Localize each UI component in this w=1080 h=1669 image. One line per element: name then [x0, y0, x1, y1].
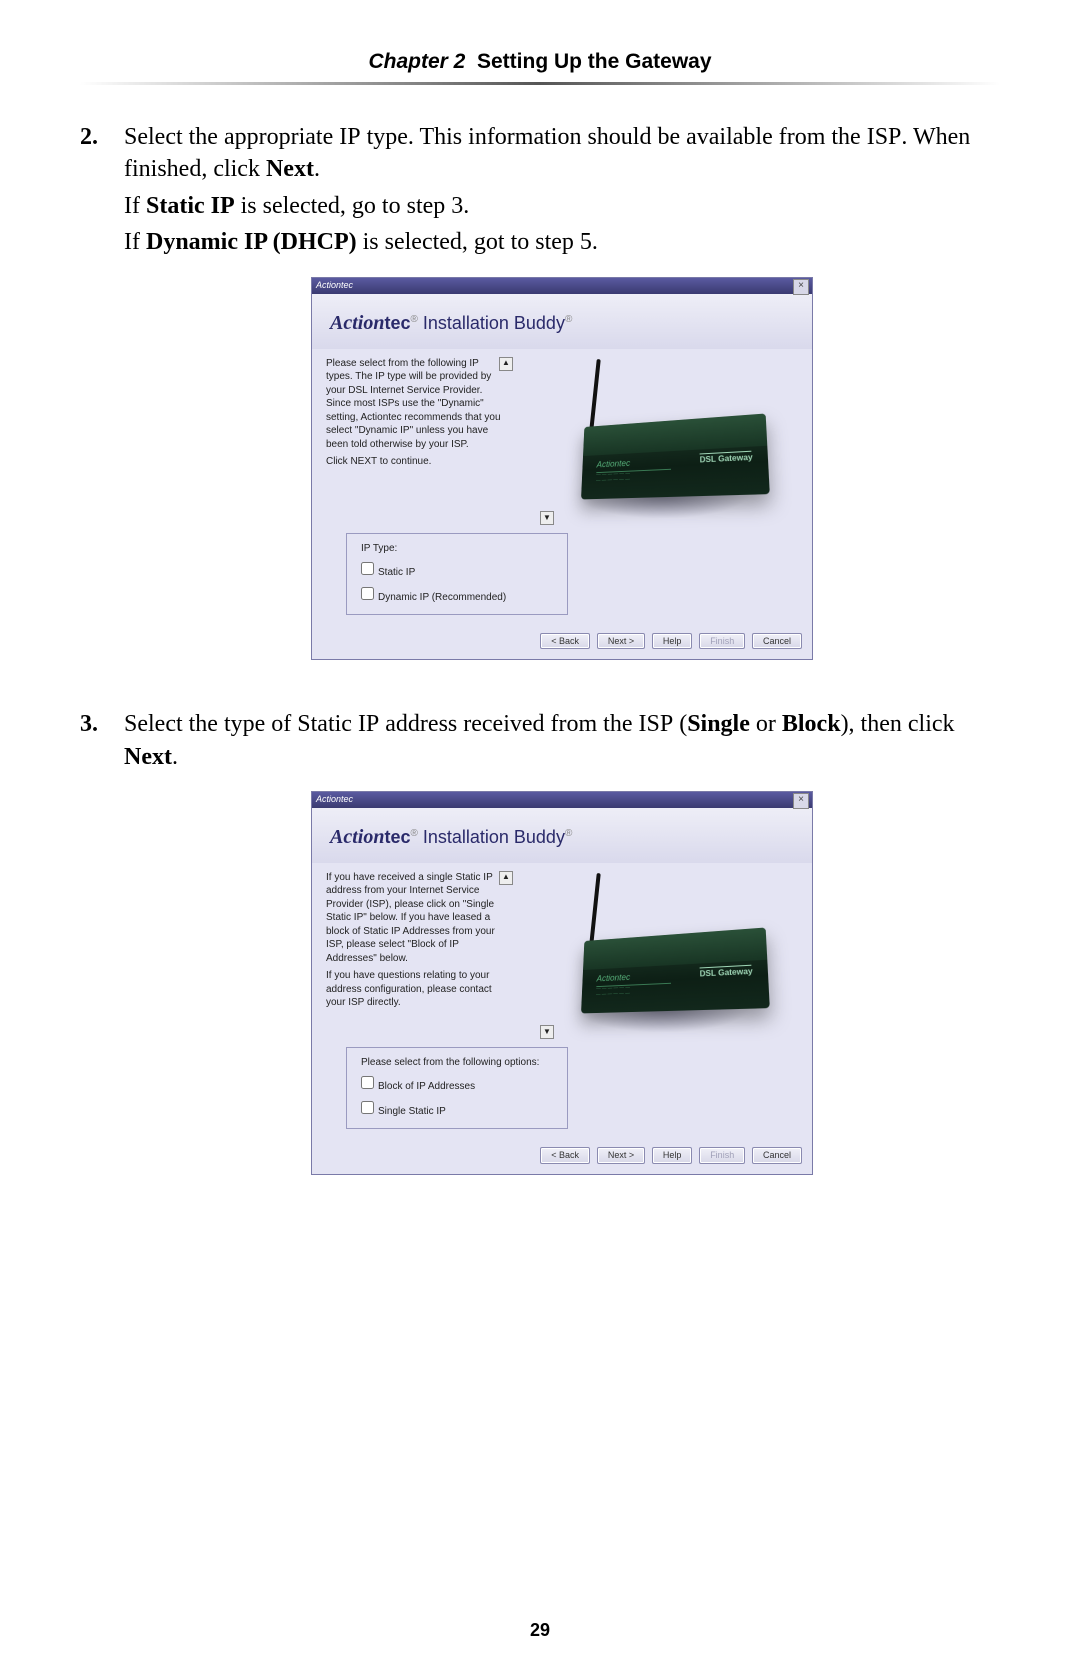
router-label: DSL Gateway	[700, 450, 753, 466]
help-button[interactable]: Help	[652, 633, 693, 649]
next-button[interactable]: Next >	[597, 1147, 645, 1163]
finish-button: Finish	[699, 1147, 745, 1163]
close-icon[interactable]: ×	[793, 793, 809, 809]
ip-type-fieldset: IP Type: Static IP Dynamic IP (Recommend…	[346, 533, 568, 616]
router-antenna	[589, 873, 601, 945]
scroll-down-icon[interactable]: ▼	[540, 1025, 554, 1039]
dialog-buttons: < Back Next > Help Finish Cancel	[312, 1143, 812, 1173]
ip-type-legend: IP Type:	[357, 542, 401, 556]
router-image: Actiontec DSL Gateway — — — — — —— — — —…	[535, 871, 765, 1041]
dialog-text: ▲ If you have received a single Static I…	[326, 871, 501, 1014]
scroll-up-icon[interactable]: ▲	[499, 871, 513, 885]
step-2: 2. Select the appropriate IP type. This …	[80, 121, 1000, 690]
step-3: 3. Select the type of Static IP address …	[80, 708, 1000, 1204]
router-logo: Actiontec	[596, 455, 671, 473]
back-button[interactable]: < Back	[540, 633, 590, 649]
chapter-title: Setting Up the Gateway	[477, 50, 712, 73]
cancel-button[interactable]: Cancel	[752, 1147, 802, 1163]
close-icon[interactable]: ×	[793, 279, 809, 295]
finish-button: Finish	[699, 633, 745, 649]
dialog2-para1: If you have received a single Static IP …	[326, 871, 501, 966]
router-image: Actiontec DSL Gateway — — — — — —— — — —…	[535, 357, 765, 527]
step-2-line-2: If Static IP is selected, go to step 3.	[124, 190, 1000, 222]
cancel-button[interactable]: Cancel	[752, 633, 802, 649]
dialog-titlebar: Actiontec ×	[312, 792, 812, 808]
chapter-label: Chapter 2	[368, 50, 465, 73]
dialog-titlebar: Actiontec ×	[312, 278, 812, 294]
dialog-text: ▲ Please select from the following IP ty…	[326, 357, 501, 473]
dialog-buttons: < Back Next > Help Finish Cancel	[312, 629, 812, 659]
dialog-brand-bar: Actiontec® Installation Buddy®	[312, 294, 812, 349]
radio-block-ip[interactable]: Block of IP Addresses	[357, 1073, 557, 1094]
dialog-brand-bar: Actiontec® Installation Buddy®	[312, 808, 812, 863]
help-button[interactable]: Help	[652, 1147, 693, 1163]
dialog-ip-type: Actiontec × Actiontec® Installation Budd…	[311, 277, 813, 661]
step-2-line-3: If Dynamic IP (DHCP) is selected, got to…	[124, 226, 1000, 258]
next-button[interactable]: Next >	[597, 633, 645, 649]
scroll-down-icon[interactable]: ▼	[540, 511, 554, 525]
router-label: DSL Gateway	[700, 965, 753, 981]
header-divider	[80, 82, 1000, 85]
dialog-static-ip-type: Actiontec × Actiontec® Installation Budd…	[311, 791, 813, 1175]
router-logo: Actiontec	[596, 969, 671, 987]
chapter-header: Chapter 2 Setting Up the Gateway	[80, 50, 1000, 74]
dialog1-para1: Please select from the following IP type…	[326, 357, 501, 452]
radio-single-ip[interactable]: Single Static IP	[357, 1098, 557, 1119]
dialog2-para2: If you have questions relating to your a…	[326, 969, 501, 1010]
step-3-line-1: Select the type of Static IP address rec…	[124, 708, 1000, 773]
step-2-line-1: Select the appropriate IP type. This inf…	[124, 121, 1000, 186]
radio-dynamic-ip[interactable]: Dynamic IP (Recommended)	[357, 584, 557, 605]
titlebar-logo: Actiontec	[316, 793, 353, 805]
step-number: 2.	[80, 121, 124, 690]
radio-static-ip[interactable]: Static IP	[357, 559, 557, 580]
router-antenna	[589, 359, 601, 431]
static-options-fieldset: Please select from the following options…	[346, 1047, 568, 1130]
dialog1-para2: Click NEXT to continue.	[326, 455, 501, 469]
titlebar-logo: Actiontec	[316, 279, 353, 291]
scroll-up-icon[interactable]: ▲	[499, 357, 513, 371]
page-number: 29	[0, 1620, 1080, 1641]
back-button[interactable]: < Back	[540, 1147, 590, 1163]
step-number: 3.	[80, 708, 124, 1204]
static-options-legend: Please select from the following options…	[357, 1056, 543, 1070]
